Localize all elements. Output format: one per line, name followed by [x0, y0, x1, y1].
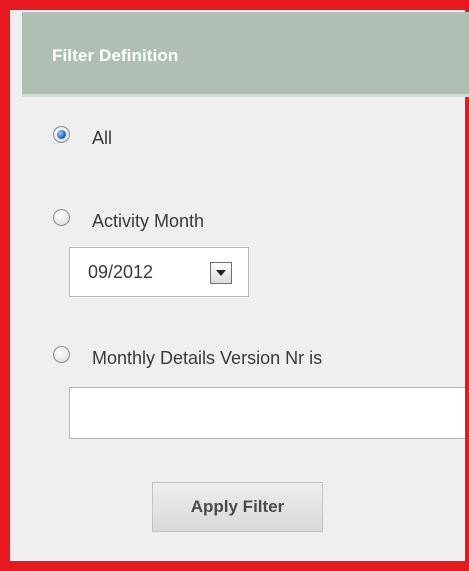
apply-filter-button[interactable]: Apply Filter [152, 482, 323, 532]
radio-activity-month[interactable] [53, 209, 70, 226]
chevron-down-icon[interactable] [210, 262, 232, 284]
filter-header-title: Filter Definition [52, 46, 179, 65]
version-nr-input[interactable] [69, 387, 465, 439]
radio-version-nr-label: Monthly Details Version Nr is [92, 348, 323, 368]
radio-all[interactable] [53, 126, 70, 143]
radio-all-label: All [92, 128, 113, 148]
radio-activity-month-label: Activity Month [92, 211, 205, 231]
radio-version-nr[interactable] [53, 346, 70, 363]
activity-month-select[interactable]: 09/2012 [69, 247, 249, 297]
activity-month-select-value: 09/2012 [88, 262, 154, 282]
filter-header: Filter Definition [22, 12, 469, 97]
